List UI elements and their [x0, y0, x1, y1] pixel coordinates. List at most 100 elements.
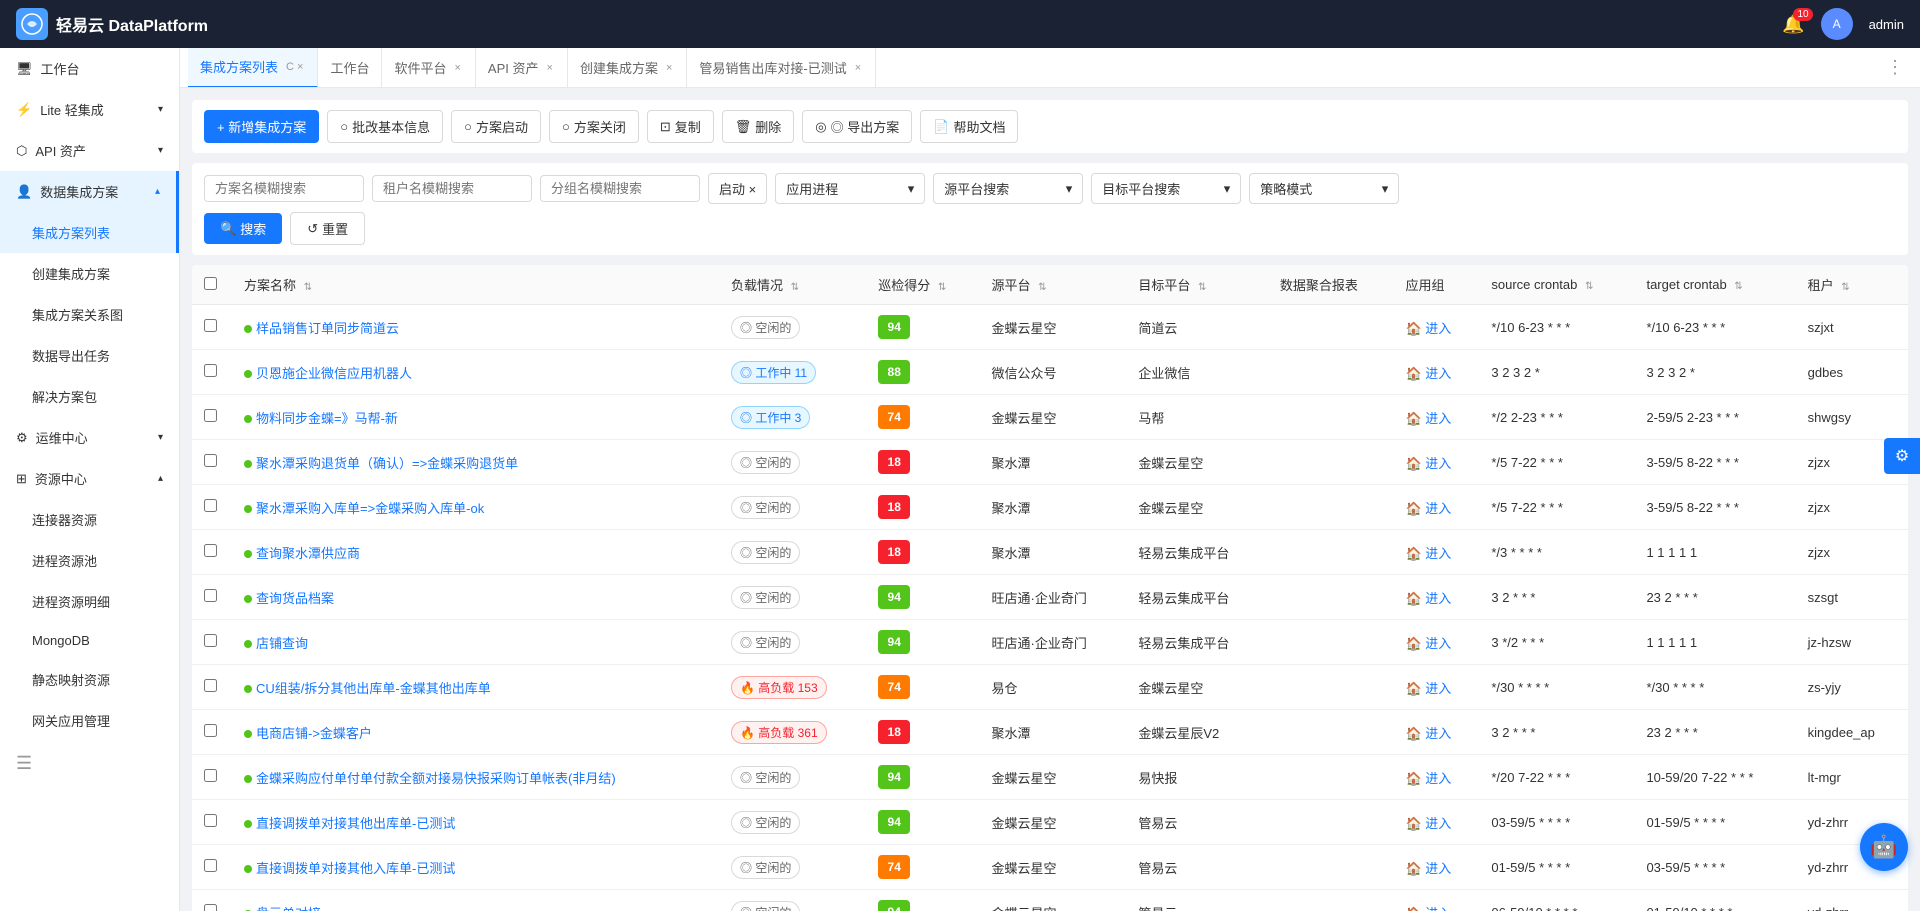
export-button[interactable]: ◎ ◎ 导出方案 [802, 110, 912, 143]
th-plan-name[interactable]: 方案名称 ⇅ [232, 265, 719, 305]
row-checkbox[interactable] [204, 454, 217, 467]
group-name-search[interactable] [540, 175, 700, 202]
table-scroll-wrap[interactable]: 方案名称 ⇅ 负载情况 ⇅ 巡检得分 ⇅ 源平台 ⇅ 目标平台 ⇅ [192, 265, 1908, 911]
row-checkbox[interactable] [204, 814, 217, 827]
settings-fab[interactable]: ⚙ [1884, 438, 1920, 474]
row-checkbox[interactable] [204, 364, 217, 377]
plan-name-link[interactable]: 盘亏单对接 [256, 906, 321, 911]
tab-api-assets[interactable]: API 资产 × [476, 48, 568, 88]
plan-name-link[interactable]: 直接调拨单对接其他出库单-已测试 [256, 816, 455, 831]
sidebar-item-create-integration[interactable]: 创建集成方案 [0, 253, 179, 294]
tab-close-software-platform[interactable]: × [452, 60, 462, 76]
plan-name-link[interactable]: 物料同步金蝶=》马帮-新 [256, 411, 398, 426]
enter-btn[interactable]: 🏠 进入 [1405, 588, 1451, 607]
row-checkbox[interactable] [204, 769, 217, 782]
enter-btn[interactable]: 🏠 进入 [1405, 318, 1451, 337]
tab-workbench[interactable]: 工作台 [318, 48, 382, 88]
sidebar-item-data-integration[interactable]: 👤 数据集成方案 ▴ [0, 171, 179, 212]
plan-name-link[interactable]: 金蝶采购应付单付单付款全额对接易快报采购订单帐表(非月结) [256, 771, 616, 786]
enter-btn[interactable]: 🏠 进入 [1405, 453, 1451, 472]
start-button[interactable]: ○ 方案启动 [451, 110, 541, 143]
tab-more-icon[interactable]: ⋮ [1878, 57, 1912, 78]
robot-assistant-btn[interactable]: 🤖 [1860, 823, 1908, 871]
tab-close-api-assets[interactable]: × [545, 60, 555, 76]
th-target[interactable]: 目标平台 ⇅ [1126, 265, 1268, 305]
plan-name-link[interactable]: 样品销售订单同步简道云 [256, 321, 399, 336]
help-button[interactable]: 📄 帮助文档 [920, 110, 1018, 143]
tab-software-platform[interactable]: 软件平台 × [382, 48, 475, 88]
sidebar-item-process-detail[interactable]: 进程资源明细 [0, 581, 179, 622]
sidebar-item-integration-relation[interactable]: 集成方案关系图 [0, 294, 179, 335]
copy-button[interactable]: ⊡ 复制 [647, 110, 714, 143]
target-platform-filter[interactable]: 目标平台搜索 ▾ [1091, 173, 1241, 204]
row-checkbox[interactable] [204, 589, 217, 602]
th-target-crontab[interactable]: target crontab ⇅ [1634, 265, 1795, 305]
user-avatar[interactable]: A [1821, 8, 1853, 40]
sidebar-item-solution-package[interactable]: 解决方案包 [0, 376, 179, 417]
enter-btn[interactable]: 🏠 进入 [1405, 813, 1451, 832]
plan-name-link[interactable]: 店铺查询 [256, 636, 308, 651]
row-checkbox[interactable] [204, 409, 217, 422]
plan-name-link[interactable]: 电商店铺->金蝶客户 [256, 726, 372, 741]
notification-button[interactable]: 🔔 10 [1782, 14, 1804, 35]
plan-name-link[interactable]: 查询聚水潭供应商 [256, 546, 360, 561]
sidebar-item-lite[interactable]: ⚡ Lite 轻集成 ▾ [0, 89, 179, 130]
enter-btn[interactable]: 🏠 进入 [1405, 543, 1451, 562]
tab-create-integration[interactable]: 创建集成方案 × [568, 48, 687, 88]
sidebar-item-api[interactable]: ⬡ API 资产 ▾ [0, 130, 179, 171]
status-filter-tag[interactable]: 启动 × [708, 173, 767, 204]
sidebar-item-static-mapping[interactable]: 静态映射资源 [0, 659, 179, 700]
batch-info-button[interactable]: ○ 批改基本信息 [327, 110, 443, 143]
row-checkbox[interactable] [204, 859, 217, 872]
plan-name-link[interactable]: 聚水潭采购退货单（确认）=>金蝶采购退货单 [256, 456, 518, 471]
enter-btn[interactable]: 🏠 进入 [1405, 363, 1451, 382]
tab-integration-list[interactable]: 集成方案列表 C × [188, 48, 318, 88]
user-name[interactable]: admin [1869, 17, 1904, 32]
sidebar-item-gateway-app[interactable]: 网关应用管理 [0, 700, 179, 741]
enter-btn[interactable]: 🏠 进入 [1405, 408, 1451, 427]
add-integration-button[interactable]: + 新增集成方案 [204, 110, 319, 143]
sidebar-item-mongodb[interactable]: MongoDB [0, 622, 179, 659]
select-all-checkbox[interactable] [204, 277, 217, 290]
plan-name-search[interactable] [204, 175, 364, 202]
sidebar-collapse-btn[interactable]: ☰ [0, 741, 179, 786]
plan-name-link[interactable]: 查询货品档案 [256, 591, 334, 606]
row-checkbox[interactable] [204, 544, 217, 557]
plan-name-link[interactable]: 聚水潭采购入库单=>金蝶采购入库单-ok [256, 501, 484, 516]
search-button[interactable]: 🔍 搜索 [204, 213, 282, 244]
row-checkbox[interactable] [204, 319, 217, 332]
tab-close-create-integration[interactable]: × [664, 60, 674, 76]
plan-name-link[interactable]: CU组装/拆分其他出库单-金蝶其他出库单 [256, 681, 491, 696]
reset-button[interactable]: ↺ 重置 [290, 212, 365, 245]
tab-close-integration-list[interactable]: C × [284, 59, 305, 75]
row-checkbox[interactable] [204, 499, 217, 512]
plan-name-link[interactable]: 直接调拨单对接其他入库单-已测试 [256, 861, 455, 876]
th-source-crontab[interactable]: source crontab ⇅ [1479, 265, 1634, 305]
delete-button[interactable]: 🗑 删除 [722, 110, 795, 143]
th-tenant[interactable]: 租户 ⇅ [1796, 265, 1908, 305]
sidebar-item-data-export[interactable]: 数据导出任务 [0, 335, 179, 376]
sidebar-item-workbench[interactable]: 🖥 工作台 [0, 48, 179, 89]
tab-close-manage-sales[interactable]: × [853, 60, 863, 76]
source-platform-filter[interactable]: 源平台搜索 ▾ [933, 173, 1083, 204]
enter-btn[interactable]: 🏠 进入 [1405, 498, 1451, 517]
sidebar-item-integration-list[interactable]: 集成方案列表 [0, 212, 179, 253]
close-button[interactable]: ○ 方案关闭 [549, 110, 639, 143]
sidebar-item-connector[interactable]: 连接器资源 [0, 499, 179, 540]
row-checkbox[interactable] [204, 904, 217, 911]
tab-manage-sales[interactable]: 管易销售出库对接-已测试 × [687, 48, 876, 88]
tenant-name-search[interactable] [372, 175, 532, 202]
row-checkbox[interactable] [204, 634, 217, 647]
th-score[interactable]: 巡检得分 ⇅ [866, 265, 979, 305]
sidebar-item-process-pool[interactable]: 进程资源池 [0, 540, 179, 581]
th-load[interactable]: 负载情况 ⇅ [719, 265, 866, 305]
row-checkbox[interactable] [204, 679, 217, 692]
enter-btn[interactable]: 🏠 进入 [1405, 903, 1451, 911]
th-source[interactable]: 源平台 ⇅ [979, 265, 1126, 305]
enter-btn[interactable]: 🏠 进入 [1405, 633, 1451, 652]
enter-btn[interactable]: 🏠 进入 [1405, 723, 1451, 742]
plan-name-link[interactable]: 贝恩施企业微信应用机器人 [256, 366, 412, 381]
app-process-filter[interactable]: 应用进程 ▾ [775, 173, 925, 204]
sidebar-item-ops[interactable]: ⚙ 运维中心 ▾ [0, 417, 179, 458]
sidebar-item-resource[interactable]: ⊞ 资源中心 ▴ [0, 458, 179, 499]
